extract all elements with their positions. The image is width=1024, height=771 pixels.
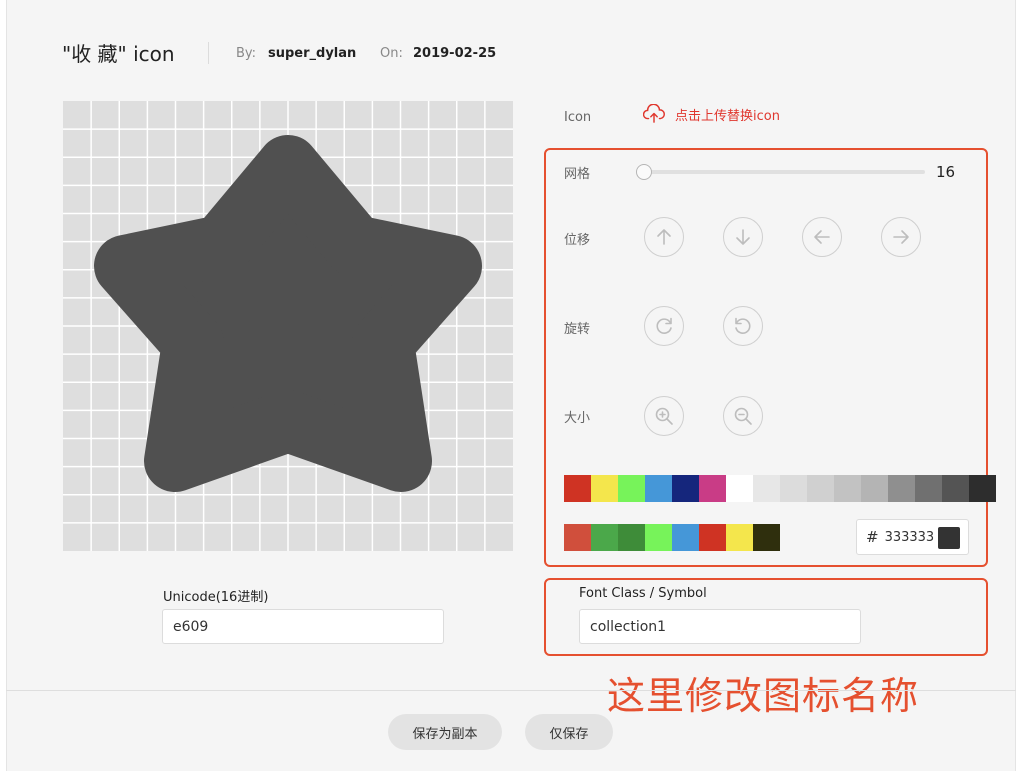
font-class-label: Font Class / Symbol bbox=[579, 586, 707, 601]
color-swatch[interactable] bbox=[699, 475, 726, 502]
rotate-label: 旋转 bbox=[564, 322, 591, 337]
unicode-input[interactable] bbox=[162, 609, 444, 644]
size-label: 大小 bbox=[564, 411, 591, 426]
color-swatch[interactable] bbox=[753, 475, 780, 502]
grid-slider-handle[interactable] bbox=[636, 164, 652, 180]
unicode-label: Unicode(16进制) bbox=[163, 590, 269, 605]
color-swatch[interactable] bbox=[807, 475, 834, 502]
icon-canvas[interactable] bbox=[63, 101, 513, 551]
color-swatch[interactable] bbox=[564, 524, 591, 551]
color-swatch[interactable] bbox=[753, 524, 780, 551]
color-swatch[interactable] bbox=[726, 475, 753, 502]
save-as-copy-button[interactable]: 保存为副本 bbox=[388, 714, 502, 750]
rotate-ccw-icon bbox=[735, 317, 751, 334]
arrow-left-icon bbox=[814, 230, 830, 244]
rotate-counterclockwise-button[interactable] bbox=[723, 306, 763, 346]
rotate-cw-icon bbox=[656, 317, 672, 334]
color-palette-row2 bbox=[564, 524, 780, 551]
color-swatch[interactable] bbox=[564, 475, 591, 502]
move-up-button[interactable] bbox=[644, 217, 684, 257]
annotation-text: 这里修改图标名称 bbox=[607, 674, 920, 718]
hash-symbol: # bbox=[866, 528, 879, 546]
color-swatch[interactable] bbox=[969, 475, 996, 502]
move-down-button[interactable] bbox=[723, 217, 763, 257]
icon-label: Icon bbox=[564, 110, 592, 125]
star-icon-shape bbox=[94, 135, 482, 492]
hex-value-field[interactable] bbox=[884, 529, 937, 545]
color-swatch[interactable] bbox=[672, 524, 699, 551]
grid-slider-track[interactable] bbox=[643, 170, 925, 174]
grid-value: 16 bbox=[936, 163, 956, 181]
color-swatch[interactable] bbox=[888, 475, 915, 502]
font-class-input[interactable] bbox=[579, 609, 861, 644]
rotate-clockwise-button[interactable] bbox=[644, 306, 684, 346]
zoom-in-icon bbox=[655, 407, 673, 425]
color-swatch[interactable] bbox=[591, 524, 618, 551]
color-swatch[interactable] bbox=[672, 475, 699, 502]
zoom-out-button[interactable] bbox=[723, 396, 763, 436]
move-label: 位移 bbox=[564, 233, 591, 248]
author-label: By: bbox=[236, 46, 257, 61]
grid-label: 网格 bbox=[564, 167, 591, 182]
color-swatch[interactable] bbox=[645, 475, 672, 502]
color-swatch[interactable] bbox=[591, 475, 618, 502]
color-swatch[interactable] bbox=[645, 524, 672, 551]
save-button[interactable]: 仅保存 bbox=[525, 714, 613, 750]
date-label: On: bbox=[380, 46, 403, 61]
arrow-right-icon bbox=[893, 230, 909, 244]
color-preview-swatch bbox=[938, 527, 960, 549]
cloud-upload-icon bbox=[643, 104, 665, 123]
hex-color-input[interactable]: # bbox=[856, 519, 969, 555]
zoom-in-button[interactable] bbox=[644, 396, 684, 436]
color-swatch[interactable] bbox=[834, 475, 861, 502]
color-swatch[interactable] bbox=[780, 475, 807, 502]
footer-divider bbox=[6, 690, 1016, 691]
arrow-down-icon bbox=[736, 229, 750, 245]
date-value: 2019-02-25 bbox=[413, 46, 497, 61]
color-swatch[interactable] bbox=[915, 475, 942, 502]
color-swatch[interactable] bbox=[618, 524, 645, 551]
author-name: super_dylan bbox=[268, 46, 357, 61]
upload-icon-text: 点击上传替换icon bbox=[675, 108, 780, 124]
header-divider bbox=[208, 42, 209, 64]
color-palette-row1 bbox=[564, 475, 996, 502]
color-swatch[interactable] bbox=[699, 524, 726, 551]
color-swatch[interactable] bbox=[618, 475, 645, 502]
icon-title: "收 藏" icon bbox=[62, 42, 175, 66]
upload-icon-button[interactable]: 点击上传替换icon bbox=[643, 104, 780, 124]
highlight-box-controls bbox=[544, 148, 988, 567]
arrow-up-icon bbox=[657, 229, 671, 245]
grid-and-icon bbox=[63, 101, 513, 551]
zoom-out-icon bbox=[734, 407, 752, 425]
color-swatch[interactable] bbox=[726, 524, 753, 551]
move-right-button[interactable] bbox=[881, 217, 921, 257]
color-swatch[interactable] bbox=[861, 475, 888, 502]
move-left-button[interactable] bbox=[802, 217, 842, 257]
color-swatch[interactable] bbox=[942, 475, 969, 502]
